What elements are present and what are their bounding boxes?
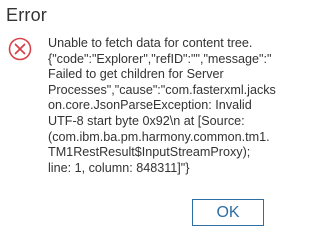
ok-button[interactable]: OK — [192, 199, 264, 226]
dialog-title: Error — [6, 5, 47, 25]
error-message: Unable to fetch data for content tree. {… — [48, 36, 276, 175]
error-dialog: Error Unable to fetch data for content t… — [0, 0, 276, 240]
error-icon — [8, 37, 32, 61]
